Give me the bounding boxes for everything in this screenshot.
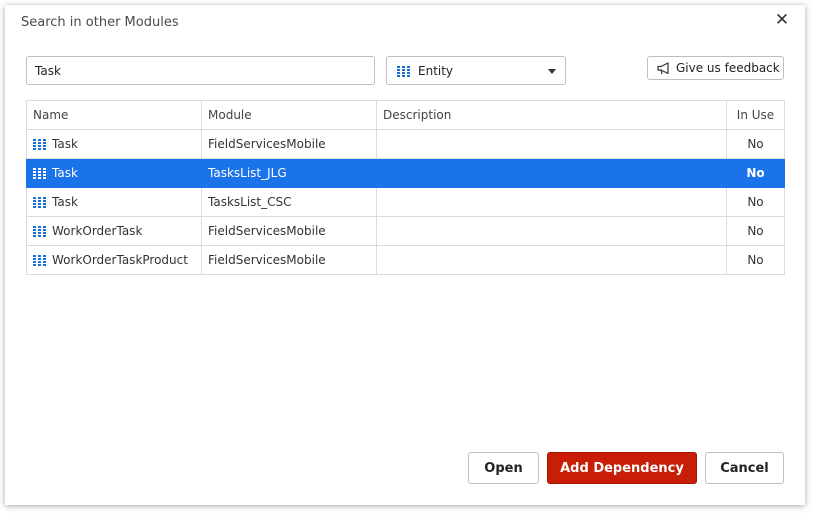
table-row-selected[interactable]: Task TasksList_JLG No <box>26 158 785 188</box>
row-in-use: No <box>726 245 785 275</box>
dialog-title: Search in other Modules <box>21 15 179 30</box>
row-module: FieldServicesMobile <box>201 129 377 159</box>
entity-icon <box>33 196 46 208</box>
row-module: TasksList_JLG <box>201 158 377 188</box>
row-description <box>376 158 727 188</box>
search-modules-dialog: Search in other Modules ✕ Entity Give us… <box>5 5 805 505</box>
add-dependency-button[interactable]: Add Dependency <box>547 452 697 484</box>
row-module: FieldServicesMobile <box>201 245 377 275</box>
row-in-use: No <box>726 129 785 159</box>
open-button[interactable]: Open <box>468 452 539 484</box>
table-header-row: Name Module Description In Use <box>26 100 785 130</box>
table-row[interactable]: WorkOrderTask FieldServicesMobile No <box>26 216 785 246</box>
column-header-in-use[interactable]: In Use <box>726 100 785 130</box>
megaphone-icon <box>657 62 672 78</box>
entity-icon <box>397 66 410 77</box>
row-description <box>376 245 727 275</box>
table-row[interactable]: Task TasksList_CSC No <box>26 187 785 217</box>
row-name: Task <box>52 137 78 151</box>
entity-icon <box>33 254 46 266</box>
column-header-module[interactable]: Module <box>201 100 377 130</box>
entity-icon <box>33 167 46 179</box>
feedback-button[interactable]: Give us feedback <box>647 56 784 80</box>
results-table: Name Module Description In Use Task Fiel… <box>26 100 785 275</box>
table-row[interactable]: Task FieldServicesMobile No <box>26 129 785 159</box>
row-module: TasksList_CSC <box>201 187 377 217</box>
column-header-description[interactable]: Description <box>376 100 727 130</box>
row-name: WorkOrderTaskProduct <box>52 253 188 267</box>
row-description <box>376 187 727 217</box>
row-description <box>376 129 727 159</box>
row-module: FieldServicesMobile <box>201 216 377 246</box>
cancel-button[interactable]: Cancel <box>705 452 784 484</box>
chevron-down-icon <box>548 69 556 74</box>
row-in-use: No <box>726 187 785 217</box>
row-in-use: No <box>726 158 785 188</box>
row-description <box>376 216 727 246</box>
close-icon[interactable]: ✕ <box>773 11 791 29</box>
entity-icon <box>33 138 46 150</box>
column-header-name[interactable]: Name <box>26 100 202 130</box>
row-name: WorkOrderTask <box>52 224 143 238</box>
table-row[interactable]: WorkOrderTaskProduct FieldServicesMobile… <box>26 245 785 275</box>
row-name: Task <box>52 195 78 209</box>
entity-icon <box>33 225 46 237</box>
row-in-use: No <box>726 216 785 246</box>
type-filter-value: Entity <box>418 64 454 78</box>
search-input[interactable] <box>26 56 375 85</box>
type-filter-dropdown[interactable]: Entity <box>386 56 566 85</box>
feedback-label: Give us feedback <box>676 61 780 75</box>
row-name: Task <box>52 166 78 180</box>
